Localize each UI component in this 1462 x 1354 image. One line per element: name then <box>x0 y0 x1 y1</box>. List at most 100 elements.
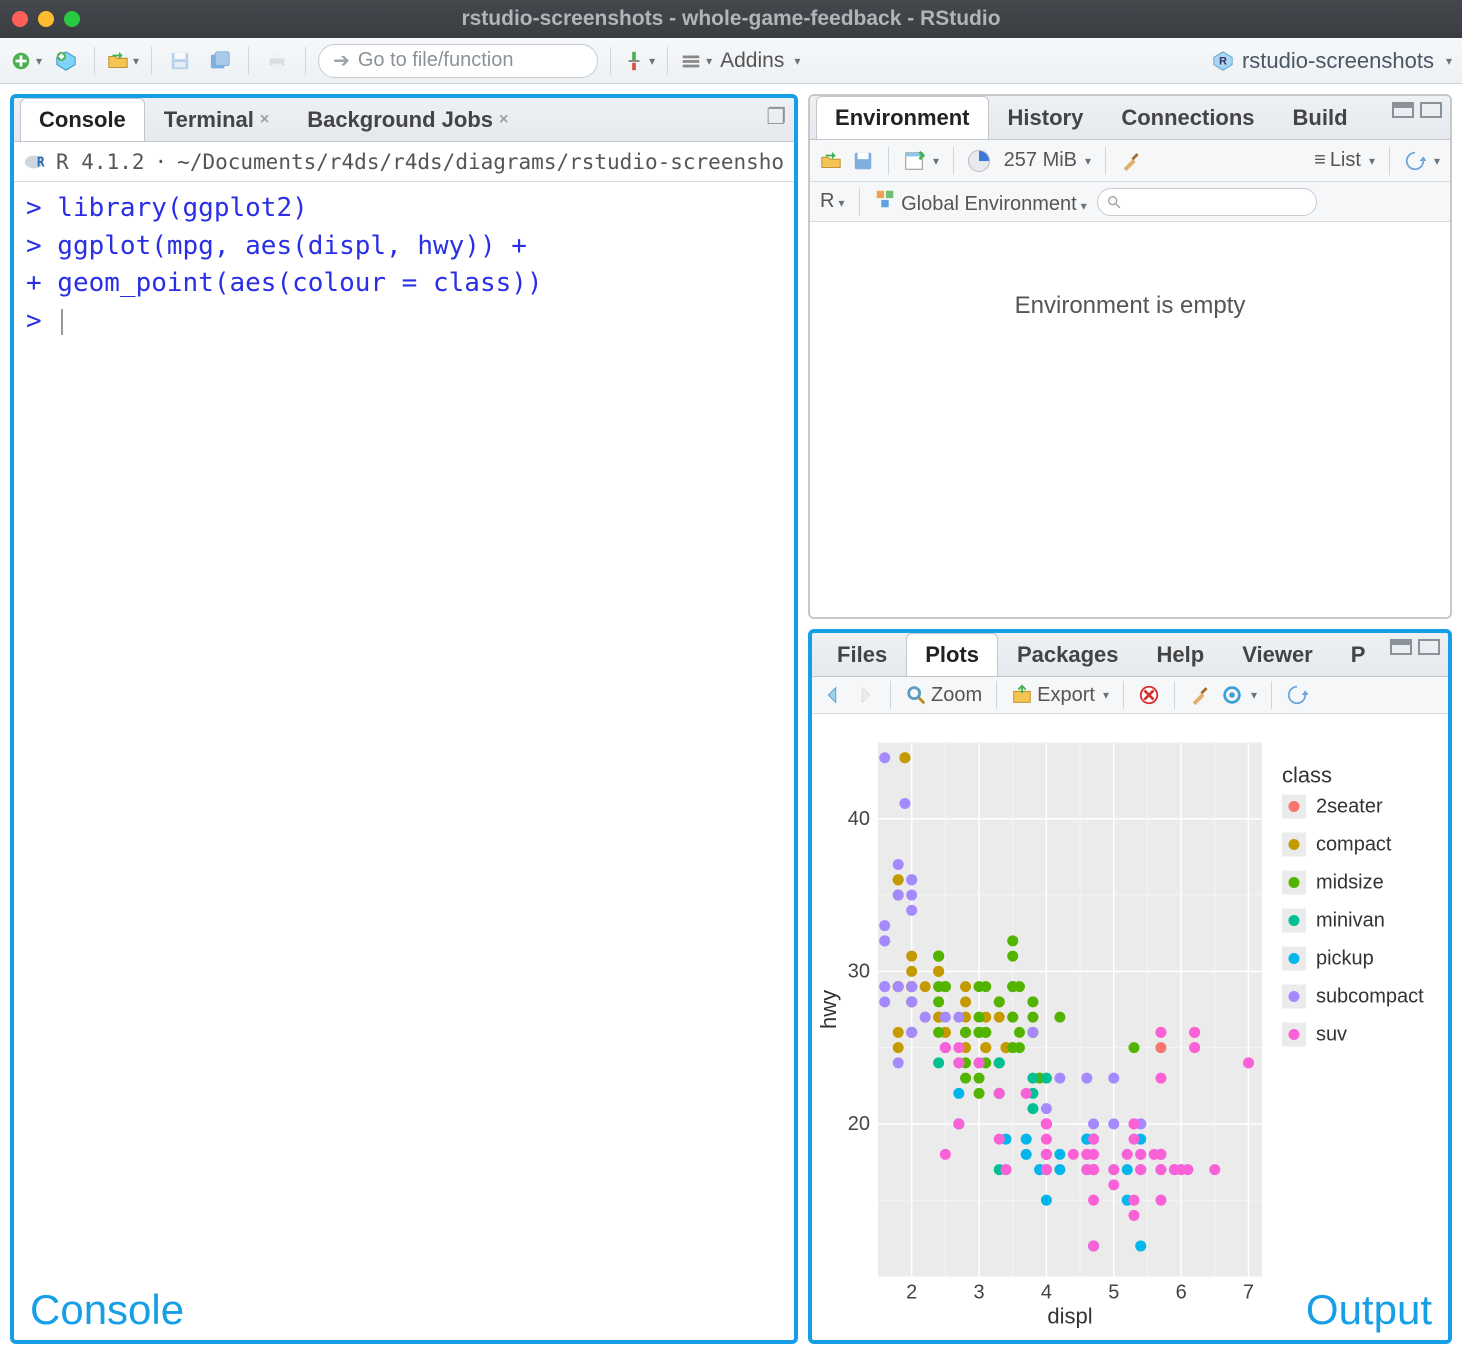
broom-icon <box>1189 684 1211 706</box>
save-workspace-button[interactable] <box>852 150 874 172</box>
save-all-button[interactable] <box>204 45 236 77</box>
console-line: + geom_point(aes(colour = class)) <box>26 265 782 303</box>
svg-text:class: class <box>1282 763 1332 788</box>
tab-console[interactable]: Console <box>20 98 145 141</box>
console-line: > <box>26 303 782 341</box>
refresh-plot-button[interactable] <box>1286 684 1308 706</box>
svg-text:7: 7 <box>1243 1282 1254 1304</box>
broom-icon <box>1120 150 1142 172</box>
remove-icon <box>1138 684 1160 706</box>
arrow-left-icon <box>822 684 844 706</box>
tab-environment[interactable]: Environment <box>816 96 988 139</box>
open-file-button[interactable]: ▾ <box>107 45 139 77</box>
publish-icon <box>1221 684 1243 706</box>
pane-maximize-icon[interactable] <box>1420 102 1442 118</box>
refresh-icon <box>1404 150 1426 172</box>
goto-placeholder: Go to file/function <box>358 49 514 72</box>
env-scope-bar: R▾ Global Environment▾ <box>810 182 1450 222</box>
search-icon <box>1106 194 1122 210</box>
tab-help[interactable]: Help <box>1138 633 1224 676</box>
environment-pane: Environment History Connections Build ▾ … <box>808 94 1452 619</box>
memory-usage[interactable]: 257 MiB▾ <box>968 149 1091 172</box>
svg-text:3: 3 <box>974 1282 985 1304</box>
console-output[interactable]: > library(ggplot2) > ggplot(mpg, aes(dis… <box>14 182 794 1340</box>
remove-plot-button[interactable] <box>1138 684 1160 706</box>
refresh-env-button[interactable]: ▾ <box>1404 150 1440 172</box>
r-logo-icon: R <box>24 151 46 173</box>
env-toolbar: ▾ 257 MiB▾ ≡ List▾ ▾ <box>810 140 1450 182</box>
tab-presentation[interactable]: P <box>1332 633 1385 676</box>
save-button[interactable] <box>164 45 196 77</box>
env-tabbar: Environment History Connections Build <box>810 96 1450 140</box>
pane-label-output: Output <box>1306 1286 1432 1334</box>
r-version: R 4.1.2 <box>56 150 145 174</box>
svg-text:suv: suv <box>1316 1024 1347 1046</box>
svg-text:hwy: hwy <box>818 990 841 1029</box>
project-icon: R <box>1212 50 1234 72</box>
project-menu[interactable]: R rstudio-screenshots ▾ <box>1212 48 1452 74</box>
svg-text:displ: displ <box>1047 1304 1092 1329</box>
goto-arrow-icon: ➔ <box>333 48 350 73</box>
svg-text:30: 30 <box>848 960 870 982</box>
clear-workspace-button[interactable] <box>1120 150 1142 172</box>
goto-file-function-input[interactable]: ➔ Go to file/function <box>318 44 598 78</box>
minimize-window-button[interactable] <box>38 11 54 27</box>
close-icon[interactable]: × <box>499 111 508 129</box>
load-workspace-button[interactable] <box>820 150 842 172</box>
tab-files[interactable]: Files <box>818 633 906 676</box>
pane-label-console: Console <box>30 1286 184 1334</box>
plot-prev-button[interactable] <box>822 684 844 706</box>
svg-text:compact: compact <box>1316 834 1392 856</box>
maximize-window-button[interactable] <box>64 11 80 27</box>
tab-history[interactable]: History <box>989 96 1103 139</box>
language-selector[interactable]: R▾ <box>820 190 844 213</box>
tab-packages[interactable]: Packages <box>998 633 1138 676</box>
pane-popout-icon[interactable]: ❐ <box>766 104 786 130</box>
pane-minimize-icon[interactable] <box>1390 639 1412 655</box>
scope-selector[interactable]: Global Environment▾ <box>874 188 1087 216</box>
svg-text:4: 4 <box>1041 1282 1052 1304</box>
svg-text:midsize: midsize <box>1316 872 1384 894</box>
view-mode-list[interactable]: ≡ List▾ <box>1314 149 1375 172</box>
tools-button[interactable]: ▾ <box>680 45 712 77</box>
export-button[interactable]: Export▾ <box>1011 684 1109 707</box>
tab-connections[interactable]: Connections <box>1102 96 1273 139</box>
tab-plots[interactable]: Plots <box>906 633 998 676</box>
plots-toolbar: Zoom Export▾ ▾ <box>812 677 1448 714</box>
console-line: > library(ggplot2) <box>26 190 782 228</box>
env-search-input[interactable] <box>1097 188 1317 216</box>
plots-pane: Files Plots Packages Help Viewer P Zoom … <box>808 629 1452 1344</box>
new-file-button[interactable]: ▾ <box>10 45 42 77</box>
plot-next-button[interactable] <box>854 684 876 706</box>
console-tabbar: Console Terminal× Background Jobs× ❐ <box>14 98 794 142</box>
new-project-button[interactable] <box>50 45 82 77</box>
tab-terminal[interactable]: Terminal× <box>145 98 288 141</box>
close-icon[interactable]: × <box>260 111 269 129</box>
tab-build[interactable]: Build <box>1274 96 1367 139</box>
close-window-button[interactable] <box>12 11 28 27</box>
svg-text:2seater: 2seater <box>1316 796 1383 818</box>
console-path-bar: R R 4.1.2 · ~/Documents/r4ds/r4ds/diagra… <box>14 142 794 182</box>
tab-viewer[interactable]: Viewer <box>1223 633 1332 676</box>
cubes-icon <box>874 188 896 210</box>
pane-maximize-icon[interactable] <box>1418 639 1440 655</box>
vcs-button[interactable]: ▾ <box>623 45 655 77</box>
import-dataset-button[interactable]: ▾ <box>903 150 939 172</box>
pane-minimize-icon[interactable] <box>1392 102 1414 118</box>
svg-text:R: R <box>37 155 45 170</box>
svg-text:minivan: minivan <box>1316 910 1385 932</box>
console-pane: Console Terminal× Background Jobs× ❐ R R… <box>10 94 798 1344</box>
svg-text:6: 6 <box>1176 1282 1187 1304</box>
svg-text:2: 2 <box>906 1282 917 1304</box>
print-button[interactable] <box>261 45 293 77</box>
tab-background-jobs[interactable]: Background Jobs× <box>288 98 527 141</box>
scatter-plot: 234567203040displhwyclass2seatercompactm… <box>818 720 1442 1334</box>
main-toolbar: ▾ ▾ ➔ Go to file/function ▾ ▾ Addins ▾ R… <box>0 38 1462 84</box>
publish-button[interactable]: ▾ <box>1221 684 1257 706</box>
project-label: rstudio-screenshots <box>1242 48 1434 74</box>
plot-area: 234567203040displhwyclass2seatercompactm… <box>812 714 1448 1340</box>
clear-plots-button[interactable] <box>1189 684 1211 706</box>
addins-menu[interactable]: Addins ▾ <box>720 49 800 73</box>
zoom-icon <box>905 684 927 706</box>
zoom-button[interactable]: Zoom <box>905 684 982 707</box>
